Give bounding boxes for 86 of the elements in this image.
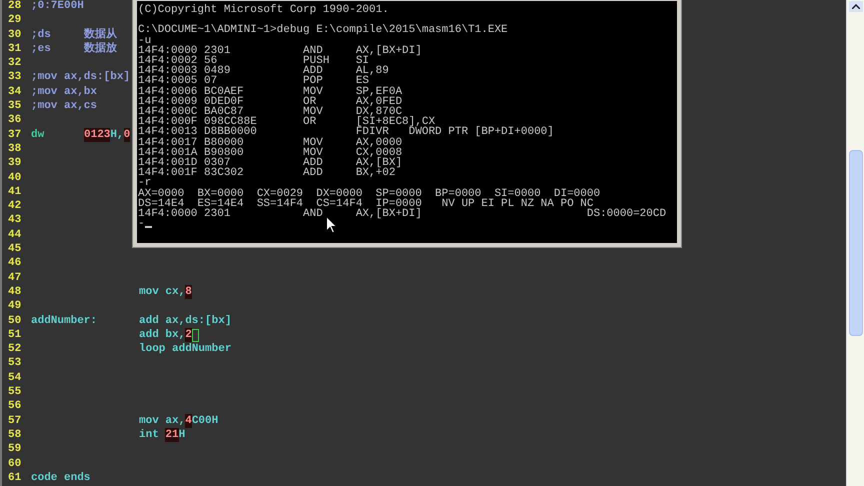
- line-number: 37: [8, 128, 22, 142]
- console-line: 14F4:000F 098CC88E OR [SI+8EC8],CX: [138, 117, 436, 128]
- console-line: -r: [138, 178, 152, 189]
- code-text: add ax,ds:[bx]: [139, 314, 232, 328]
- line-number: 58: [8, 428, 22, 442]
- line-number: 39: [8, 156, 22, 171]
- code-text: H: [178, 428, 186, 442]
- line-number: 61: [8, 470, 22, 486]
- line-number: 48: [8, 284, 22, 300]
- number-literal: 8: [185, 284, 192, 300]
- console-line: -: [138, 219, 145, 230]
- console-line: DS=14E4 ES=14E4 SS=14F4 CS=14F4 IP=0000 NV UP EI PL NZ NA PO NC: [138, 198, 594, 210]
- line-number: 55: [8, 385, 22, 400]
- scroll-thumb[interactable]: [848, 150, 862, 336]
- code-text: C00H: [192, 414, 218, 428]
- code-text: code ends: [31, 470, 90, 486]
- line-number: 33: [8, 70, 22, 85]
- number-literal: 4: [185, 414, 192, 428]
- console-line: 14F4:0005 07 POP ES: [138, 76, 370, 87]
- number-literal: 2: [185, 328, 192, 342]
- code-comment: 数据放: [84, 42, 117, 56]
- console-line: 14F4:001D 0307 ADD AX,[BX]: [138, 158, 402, 168]
- line-number: 36: [8, 113, 22, 128]
- code-comment: ;0:7E00H: [31, 0, 84, 14]
- line-number: 60: [8, 456, 22, 471]
- console-line: C:\DOCUME~1\ADMINI~1>debug E:\compile\2015\masm16\T1.EXE: [138, 25, 508, 36]
- scrollbar[interactable]: [846, 0, 864, 486]
- code-comment: ;mov ax,ds:[bx]: [31, 70, 130, 85]
- console-line: -u: [138, 36, 152, 46]
- console-line: 14F4:0000 2301 AND AX,[BX+DI] DS:0000=20CD: [138, 209, 666, 220]
- console-line: 14F4:000C BA0C87 MOV DX,870C: [138, 107, 402, 118]
- code-text: mov ax,: [139, 414, 186, 428]
- code-text: add bx,: [139, 328, 186, 342]
- line-number: 29: [8, 13, 22, 28]
- line-number: 30: [8, 28, 22, 42]
- console-line: AX=0000 BX=0000 CX=0029 DX=0000 SP=0000 BP=0000 SI=0000 DI=0000: [138, 188, 600, 199]
- code-text: H,: [110, 128, 124, 142]
- line-number: 53: [8, 356, 22, 371]
- line-number: 44: [8, 228, 22, 242]
- line-number: 54: [8, 370, 22, 386]
- console-line: 14F4:0006 BC0AEF MOV SP,EF0A: [138, 86, 402, 97]
- line-number: 31: [8, 42, 22, 56]
- line-number: 59: [8, 442, 22, 456]
- line-number: 38: [8, 142, 22, 156]
- line-number: 52: [8, 342, 22, 356]
- console-line: 14F4:001A B90800 MOV CX,0008: [138, 148, 402, 158]
- console-line: 14F4:0017 B80000 MOV AX,0000: [138, 138, 402, 148]
- line-number: 50: [8, 314, 22, 328]
- code-text: addNumber:: [31, 314, 98, 328]
- code-text: dw: [31, 128, 44, 142]
- code-text: mov cx,: [139, 284, 186, 300]
- line-number: 42: [8, 199, 22, 214]
- console-line: 14F4:001F 83C302 ADD BX,+02: [138, 168, 396, 178]
- console-line: (C)Copyright Microsoft Corp 1990-2001.: [138, 5, 389, 16]
- console-cursor: [144, 226, 152, 228]
- scroll-up-icon[interactable]: [848, 1, 862, 12]
- line-number: 40: [8, 170, 22, 185]
- line-number: 57: [8, 414, 22, 428]
- code-text: loop addNumber: [139, 342, 232, 356]
- console-line: 14F4:0013 D8BB0000 FDIVR DWORD PTR [BP+DI+0000]: [138, 127, 554, 138]
- line-number: 47: [8, 270, 22, 285]
- code-comment: ;mov ax,cs: [31, 99, 98, 114]
- code-comment: ;mov ax,bx: [31, 84, 98, 100]
- line-number: 41: [8, 184, 22, 200]
- code-comment: 数据从: [84, 28, 117, 42]
- line-number: 34: [8, 84, 22, 100]
- line-number: 32: [8, 56, 22, 70]
- number-literal: 0: [124, 128, 130, 142]
- console-line: 14F4:0003 0489 ADD AL,89: [138, 66, 389, 76]
- console-line: 14F4:0000 2301 AND AX,[BX+DI]: [138, 46, 422, 56]
- number-literal: 21: [165, 428, 179, 442]
- console-line: 14F4:0002 56 PUSH SI: [138, 56, 370, 66]
- line-number: 51: [8, 328, 22, 342]
- line-number: 46: [8, 256, 22, 271]
- code-comment: ;ds: [31, 28, 51, 42]
- number-literal: 0123: [84, 128, 110, 142]
- line-number: 56: [8, 399, 22, 414]
- line-number: 49: [8, 299, 22, 314]
- line-number: 45: [8, 242, 22, 256]
- code-comment: ;es: [31, 42, 51, 56]
- line-number: 28: [8, 0, 22, 14]
- line-number: 35: [8, 99, 22, 114]
- code-text: int: [139, 428, 160, 442]
- console-line: 14F4:0009 0DED0F OR AX,0FED: [138, 96, 402, 108]
- line-number: 43: [8, 213, 22, 228]
- mouse-pointer-icon: [326, 216, 337, 234]
